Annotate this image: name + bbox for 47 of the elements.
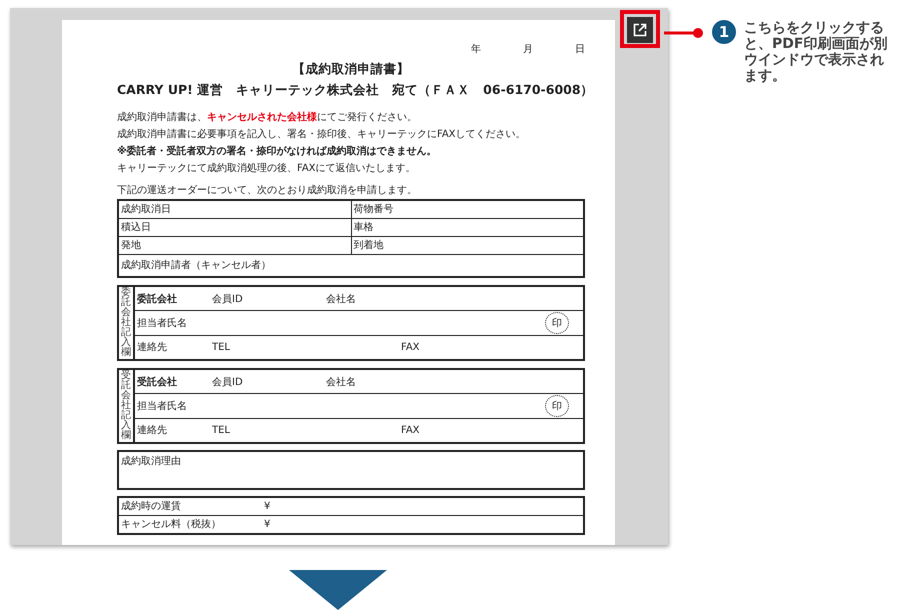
intro-text: 下記の運送オーダーについて、次のとおり成約取消を申請します。	[117, 184, 418, 198]
date-label: 月	[523, 43, 533, 56]
table-cell: 荷物番号	[350, 201, 583, 218]
table-cell: 到着地	[350, 237, 583, 254]
section-side-label: 受託会社記入欄	[119, 370, 135, 442]
addressee-line: CARRY UP! 運営 キャリーテック株式会社 宛て（ＦＡＸ 06-6170-6008）	[117, 82, 585, 99]
field-label: TEL	[212, 424, 231, 436]
date-label: 年	[471, 43, 481, 56]
open-in-new-window-button[interactable]	[627, 17, 653, 43]
field-label: 担当者氏名	[137, 316, 188, 330]
instruction-line: 成約取消申請書は、キャンセルされた会社様にてご発行ください。	[117, 110, 418, 125]
table-cell-text: 積込日	[120, 220, 152, 235]
document-title: 【成約取消申請書】	[292, 61, 410, 78]
table-cell-text: 成約取消日	[120, 202, 172, 217]
field-label: 連絡先	[137, 340, 168, 354]
step-number-badge: 1	[712, 20, 736, 44]
fee-label: 成約時の運賃	[121, 500, 182, 513]
date-label: 日	[575, 43, 585, 56]
instruction-line: 成約取消申請書に必要事項を記入し、署名・捺印後、キャリーテックにFAXしてください。	[117, 128, 527, 142]
field-label: 担当者氏名	[137, 400, 188, 413]
field-label: 成約取消理由	[121, 456, 181, 467]
fee-label: キャンセル料（税抜）	[121, 518, 222, 531]
currency-sign: ¥	[264, 518, 270, 531]
seal-mark: 印	[545, 395, 569, 418]
field-label: 会員ID	[212, 376, 244, 389]
table-cell: 車格	[350, 219, 583, 236]
company-heading: 受託会社	[137, 376, 178, 389]
section-side-label: 委託会社記入欄	[119, 287, 135, 359]
field-label: FAX	[401, 424, 420, 436]
table-cell-text: 成約取消申請者（キャンセル者）	[120, 258, 272, 273]
instruction-line: ※委託者・受託者双方の署名・捺印がなければ成約取消はできません。	[117, 144, 438, 159]
instruction-line: キャリーテックにて成約取消処理の後、FAXにて返信いたします。	[117, 162, 417, 176]
currency-sign: ¥	[264, 500, 270, 513]
leader-line	[664, 27, 704, 39]
field-label: 会社名	[326, 292, 356, 306]
field-label: 会員ID	[212, 292, 244, 306]
down-arrow-icon	[289, 570, 387, 610]
open-external-icon	[633, 23, 647, 37]
company-heading: 委託会社	[137, 292, 178, 306]
field-label: FAX	[401, 342, 420, 353]
table-cell-text: 発地	[120, 238, 142, 253]
field-label: 連絡先	[137, 424, 168, 438]
field-label: 会社名	[326, 376, 356, 389]
callout-text: こちらをクリックすると、PDF印刷画面が別ウインドウで表示されます。	[744, 20, 888, 84]
field-label: TEL	[212, 342, 231, 353]
seal-mark: 印	[545, 312, 569, 334]
highlight-frame	[620, 10, 660, 48]
